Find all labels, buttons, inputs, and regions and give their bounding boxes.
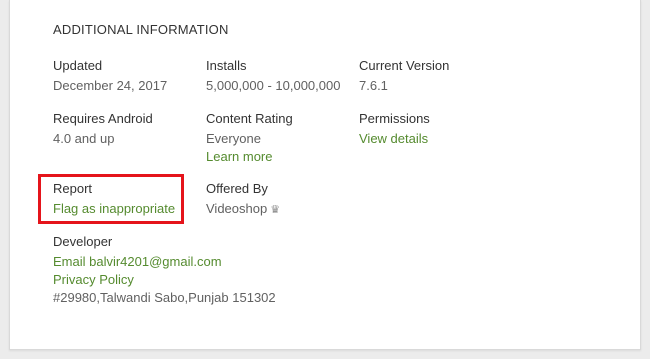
content-rating-value: Everyone: [206, 131, 261, 146]
requires-android-cell: Requires Android 4.0 and up: [53, 111, 153, 148]
developer-address: #29980,Talwandi Sabo,Punjab 151302: [53, 290, 276, 305]
installs-label: Installs: [206, 58, 247, 73]
permissions-label: Permissions: [359, 111, 430, 126]
requires-android-label: Requires Android: [53, 111, 153, 126]
learn-more-link[interactable]: Learn more: [206, 148, 293, 166]
offered-by-value: Videoshop ♛: [206, 200, 280, 219]
developer-email-link[interactable]: Email balvir4201@gmail.com: [53, 253, 276, 271]
report-cell: Report Flag as inappropriate: [53, 181, 175, 218]
section-title: ADDITIONAL INFORMATION: [53, 22, 229, 37]
installs-value: 5,000,000 - 10,000,000: [206, 78, 341, 93]
flag-inappropriate-link[interactable]: Flag as inappropriate: [53, 200, 175, 218]
offered-by-name: Videoshop: [206, 201, 268, 216]
requires-android-value: 4.0 and up: [53, 131, 115, 146]
view-details-link[interactable]: View details: [359, 130, 430, 148]
crown-icon: ♛: [270, 204, 281, 216]
additional-info-card: ADDITIONAL INFORMATION Updated December …: [9, 0, 641, 350]
installs-cell: Installs 5,000,000 - 10,000,000: [206, 58, 340, 95]
offered-by-cell: Offered By Videoshop ♛: [206, 181, 280, 219]
developer-cell: Developer Email balvir4201@gmail.com Pri…: [53, 234, 276, 307]
current-version-label: Current Version: [359, 58, 450, 73]
current-version-cell: Current Version 7.6.1: [359, 58, 449, 95]
report-label: Report: [53, 181, 93, 196]
updated-value: December 24, 2017: [53, 78, 168, 93]
current-version-value: 7.6.1: [359, 78, 388, 93]
updated-label: Updated: [53, 58, 103, 73]
developer-label: Developer: [53, 234, 113, 249]
offered-by-label: Offered By: [206, 181, 268, 196]
updated-cell: Updated December 24, 2017: [53, 58, 167, 95]
permissions-cell: Permissions View details: [359, 111, 430, 148]
content-rating-cell: Content Rating Everyone Learn more: [206, 111, 293, 166]
content-rating-label: Content Rating: [206, 111, 293, 126]
privacy-policy-link[interactable]: Privacy Policy: [53, 271, 276, 289]
